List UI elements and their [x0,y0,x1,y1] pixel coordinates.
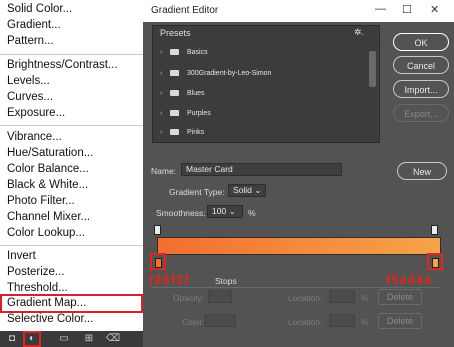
presets-label: Presets [160,28,191,38]
preset-folder-basics[interactable]: › Basics [160,49,208,56]
mask-icon[interactable]: ◘ [6,333,18,345]
stops-divider [151,287,441,288]
adjustment-layer-icon[interactable]: ◐ [26,333,38,345]
gradient-type-select[interactable]: Solid ⌄ [228,184,266,197]
menu-item-gradient[interactable]: Gradient... [7,19,61,31]
preset-folder-pinks[interactable]: › Pinks [160,129,204,136]
chevron-right-icon: › [160,70,163,77]
menu-item-exposure[interactable]: Exposure... [7,107,65,119]
menu-item-posterize[interactable]: Posterize... [7,266,65,278]
left-stop-annotation: f26f2f [149,272,190,287]
adjustment-menu: Solid Color... Gradient... Pattern... Br… [0,0,143,331]
folder-icon [170,70,179,76]
presets-scroll-thumb[interactable] [369,51,376,87]
chevron-right-icon: › [160,49,163,56]
trash-icon[interactable]: ⌫ [106,333,120,345]
chevron-down-icon: ⌄ [254,185,262,195]
menu-item-selective-color[interactable]: Selective Color... [7,313,93,325]
menu-item-brightness-contrast[interactable]: Brightness/Contrast... [7,59,118,71]
menu-item-gradient-map[interactable]: Gradient Map... [7,297,86,309]
opacity-stop-left[interactable] [154,225,161,235]
smoothness-unit: % [248,208,256,218]
delete-button: Delete [378,313,422,329]
name-input[interactable]: Master Card [181,163,342,176]
menu-item-threshold[interactable]: Threshold... [7,282,68,294]
stops-label: Stops [215,276,237,286]
smoothness-label: Smoothness: [156,208,206,218]
chevron-right-icon: › [160,110,163,117]
folder-label: 300Gradient-by-Leo-Simon [187,70,272,77]
smoothness-input[interactable]: 100 ⌄ [207,205,243,218]
opacity-stop-right[interactable] [431,225,438,235]
layers-bottom-bar: ◘ ◐ ▭ ⊞ ⌫ [0,331,143,347]
preset-folder-300gradient[interactable]: › 300Gradient-by-Leo-Simon [160,70,271,77]
folder-icon [170,49,179,55]
location-input [329,290,355,303]
folder-icon [170,110,179,116]
gradient-type-value: Solid [233,185,252,195]
location-label: Location: [288,293,323,303]
menu-item-levels[interactable]: Levels... [7,75,50,87]
menu-separator [0,125,143,126]
menu-item-solid-color[interactable]: Solid Color... [7,3,72,15]
menu-item-color-balance[interactable]: Color Balance... [7,163,89,175]
gradient-preview-bar[interactable] [157,237,441,255]
opacity-label: Opacity: [173,293,205,303]
right-stop-annotation: f5a44a [386,272,433,287]
name-label: Name: [151,166,177,176]
menu-item-vibrance[interactable]: Vibrance... [7,131,62,143]
export-button: Export... [393,104,449,122]
import-button[interactable]: Import... [393,80,449,98]
chevron-right-icon: › [160,129,163,136]
menu-separator [0,245,143,246]
folder-icon [170,90,179,96]
menu-item-black-white[interactable]: Black & White... [7,179,88,191]
minimize-icon[interactable]: — [375,3,386,15]
menu-item-invert[interactable]: Invert [7,250,36,262]
preset-folder-blues[interactable]: › Blues [160,90,205,97]
chevron-down-icon: ⌄ [228,206,236,216]
location-input [329,314,355,327]
percent-label: % [361,293,369,303]
presets-panel [152,25,380,143]
folder-label: Pinks [187,129,205,136]
menu-item-pattern[interactable]: Pattern... [7,35,54,47]
divider [153,40,379,41]
menu-item-curves[interactable]: Curves... [7,91,53,103]
menu-item-hue-saturation[interactable]: Hue/Saturation... [7,147,93,159]
chevron-right-icon: › [160,90,163,97]
menu-separator [0,54,143,55]
menu-item-photo-filter[interactable]: Photo Filter... [7,195,75,207]
close-icon[interactable]: ✕ [430,3,439,16]
ok-button[interactable]: OK [393,33,449,51]
preset-folder-purples[interactable]: › Purples [160,110,211,117]
opacity-input [208,290,232,303]
new-button[interactable]: New [397,162,447,180]
delete-button: Delete [378,289,422,305]
left-stop-highlight [150,253,166,270]
percent-label: % [361,317,369,327]
folder-icon[interactable]: ▭ [58,333,70,345]
gear-icon[interactable]: ✲. [354,27,364,38]
maximize-icon[interactable]: ☐ [402,3,412,16]
folder-label: Basics [187,49,208,56]
gradient-type-label: Gradient Type: [169,187,225,197]
menu-item-channel-mixer[interactable]: Channel Mixer... [7,211,90,223]
smoothness-value: 100 [212,206,227,216]
dialog-title: Gradient Editor [151,5,219,16]
right-stop-highlight [427,253,443,270]
color-swatch [204,314,236,327]
location-label: Location: [288,317,323,327]
new-layer-icon[interactable]: ⊞ [83,333,95,345]
cancel-button[interactable]: Cancel [393,56,449,74]
color-label: Color: [182,317,205,327]
folder-icon [170,129,179,135]
folder-label: Blues [187,90,205,97]
folder-label: Purples [187,110,211,117]
menu-item-color-lookup[interactable]: Color Lookup... [7,227,85,239]
